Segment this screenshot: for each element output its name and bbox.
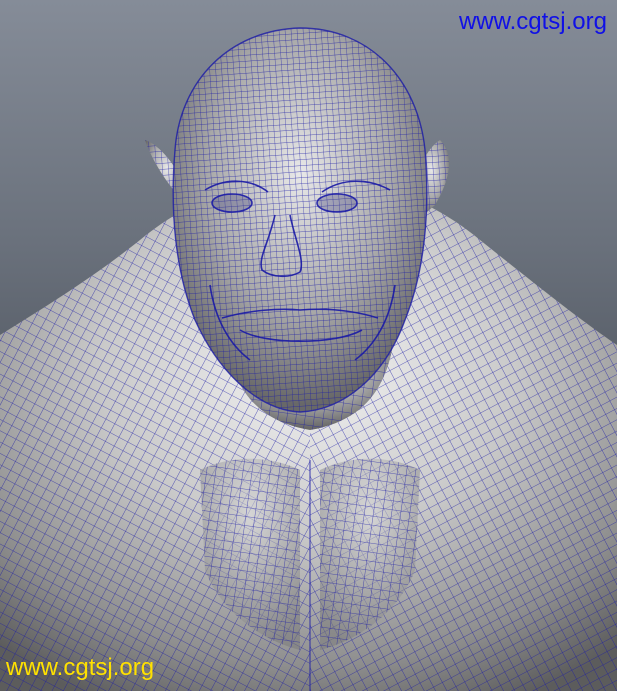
- watermark-top-right: www.cgtsj.org: [458, 8, 607, 35]
- viewport-3d[interactable]: www.cgtsj.org www.cgtsj.org: [0, 0, 617, 691]
- character-mesh: [0, 27, 617, 691]
- watermark-bottom-left: www.cgtsj.org: [6, 654, 155, 681]
